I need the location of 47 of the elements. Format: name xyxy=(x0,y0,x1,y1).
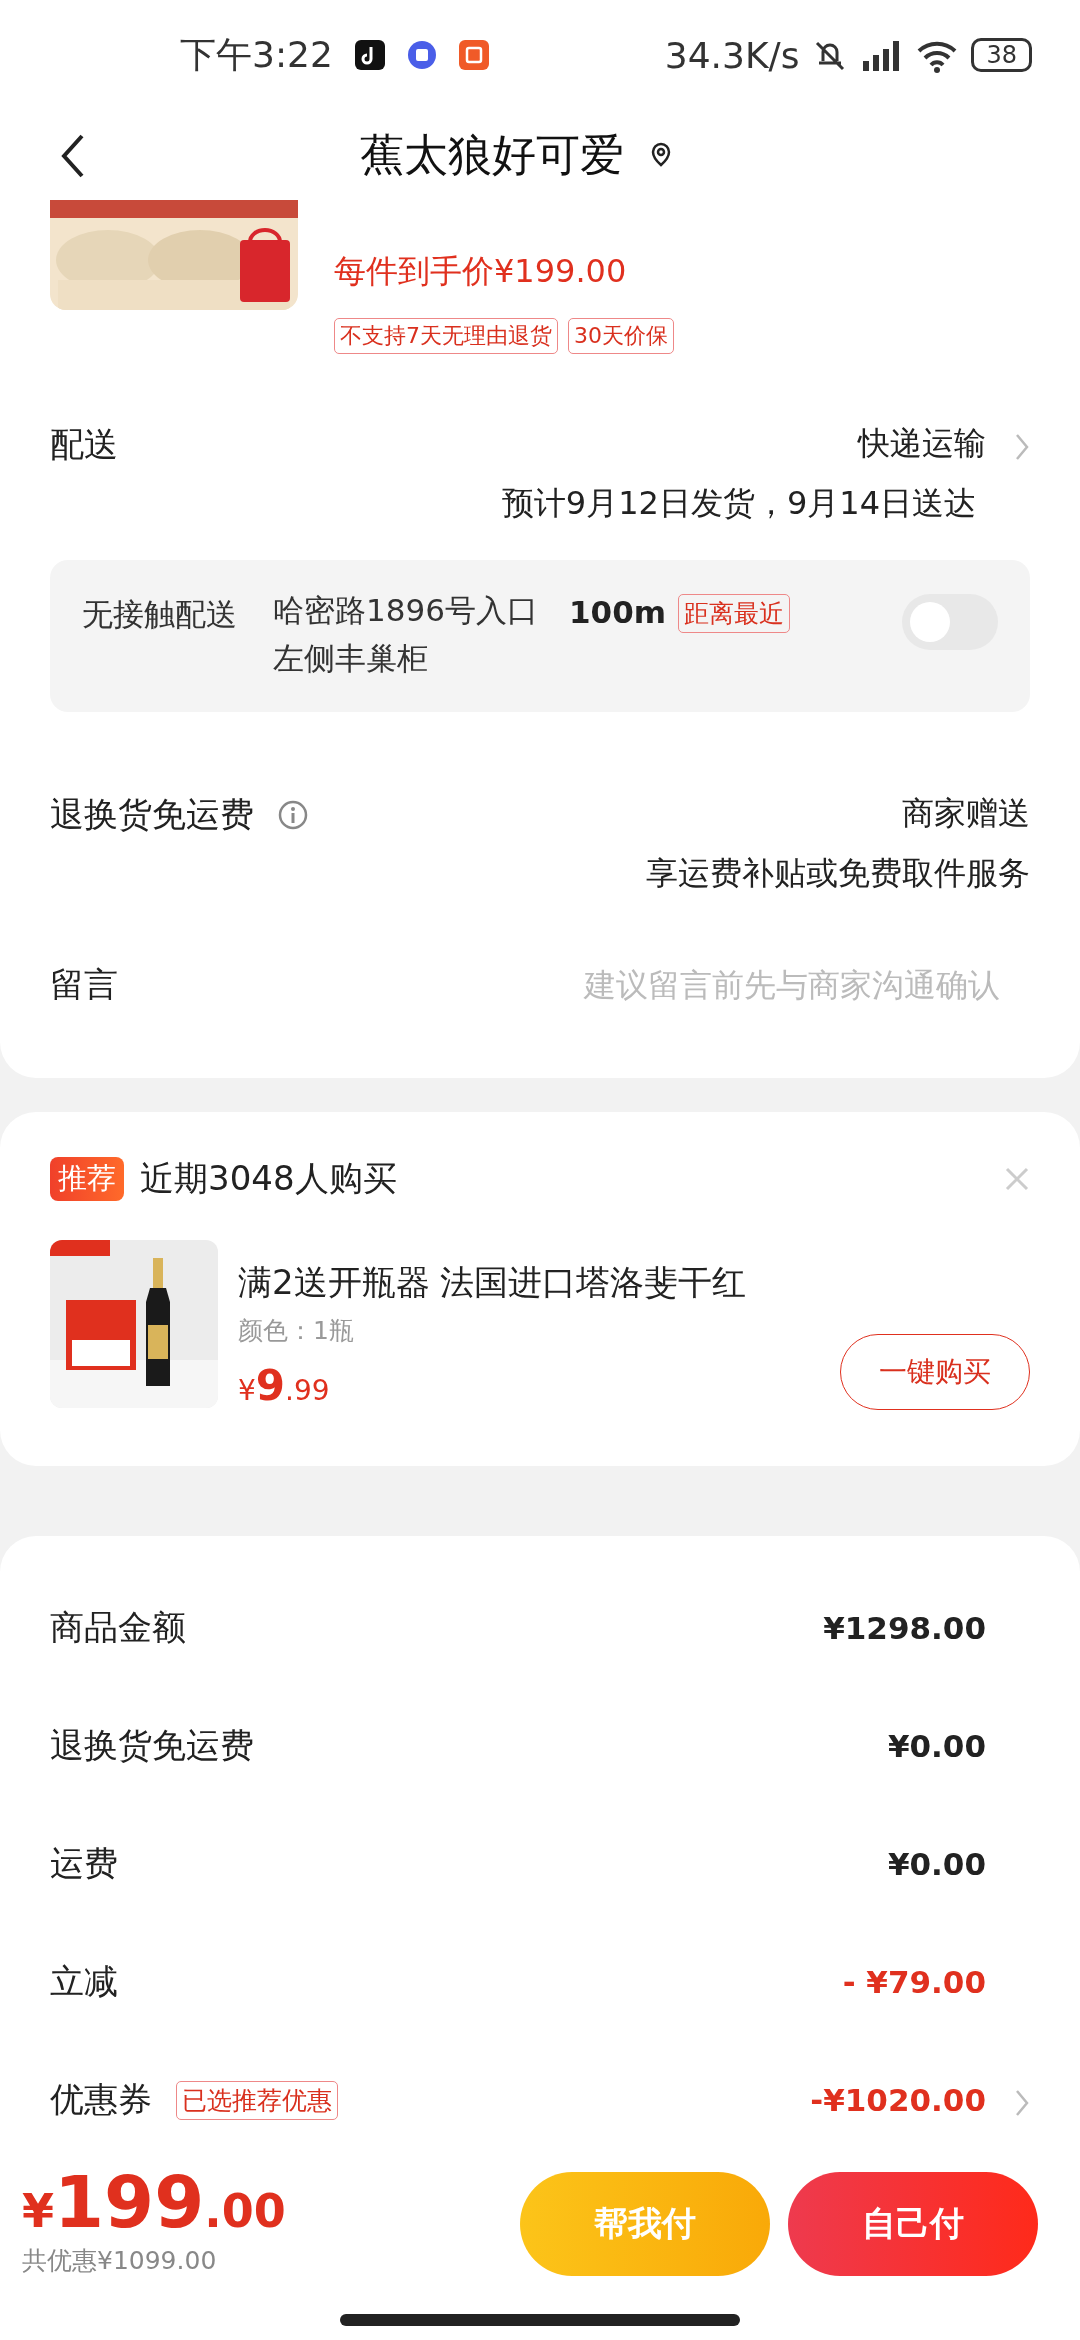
distance-text: 100m xyxy=(569,594,666,630)
recent-buyers-text: 近期3048人购买 xyxy=(140,1157,397,1200)
recommend-badge: 推荐 xyxy=(50,1157,124,1201)
app-icon xyxy=(458,40,489,70)
summary-value: ¥0.00 xyxy=(887,1728,986,1764)
summary-label: 立减 xyxy=(50,1960,118,2003)
coupon-tag: 已选推荐优惠 xyxy=(176,2080,338,2120)
message-label: 留言 xyxy=(50,963,118,1006)
close-icon[interactable] xyxy=(1004,1166,1030,1192)
summary-value: ¥1298.00 xyxy=(823,1610,986,1646)
page-title: 蕉太狼好可爱 xyxy=(360,127,624,182)
contactless-label: 无接触配送 xyxy=(82,595,237,634)
message-field[interactable]: 建议留言前先与商家沟通确认 xyxy=(118,966,1000,1004)
service-tag: 30天价保 xyxy=(568,318,674,354)
price-label: 每件到手价¥199.00 xyxy=(334,251,628,292)
chevron-icon[interactable] xyxy=(1014,433,1030,461)
summary-label: 商品金额 xyxy=(50,1606,186,1649)
delivery-label: 配送 xyxy=(50,423,118,466)
info-icon[interactable] xyxy=(278,800,308,830)
return-shipping-note: 享运费补贴或免费取件服务 xyxy=(646,853,1030,894)
return-shipping-value: 商家赠送 xyxy=(902,793,1030,834)
battery-indicator: 38 xyxy=(971,38,1032,72)
location-pin-icon[interactable] xyxy=(650,142,672,168)
delivery-estimate: 预计9月12日发货，9月14日送达 xyxy=(501,483,976,524)
pay-button[interactable]: 自己付 xyxy=(788,2172,1038,2276)
service-tag: 不支持7天无理由退货 xyxy=(334,318,558,354)
buy-now-button[interactable]: 一键购买 xyxy=(840,1334,1030,1410)
summary-value: - ¥79.00 xyxy=(842,1964,986,2000)
product-price: ¥9.99 xyxy=(238,1361,330,1410)
summary-value: -¥1020.00 xyxy=(810,2082,986,2118)
product-title: 满2送开瓶器 法国进口塔洛斐干红 xyxy=(238,1261,748,1304)
product-spec: 颜色：1瓶 xyxy=(238,1315,355,1347)
summary-label: 退换货免运费 xyxy=(50,1724,254,1767)
app-icon xyxy=(406,40,437,70)
chevron-icon[interactable] xyxy=(1014,2089,1030,2117)
return-shipping-label: 退换货免运费 xyxy=(50,793,254,836)
network-speed: 34.3K/s xyxy=(664,34,800,76)
pickup-address: 哈密路1896号入口左侧丰巢柜 xyxy=(273,591,539,678)
total-savings: 共优惠¥1099.00 xyxy=(22,2245,218,2277)
nearest-tag: 距离最近 xyxy=(678,594,790,633)
status-time: 下午3:22 xyxy=(180,32,333,77)
total-price: ¥199.00 xyxy=(22,2160,286,2244)
delivery-method: 快递运输 xyxy=(858,423,986,464)
summary-label: 运费 xyxy=(50,1842,118,1885)
app-icon xyxy=(354,40,385,70)
summary-value: ¥0.00 xyxy=(887,1846,986,1882)
summary-label: 优惠券 xyxy=(50,2078,152,2121)
